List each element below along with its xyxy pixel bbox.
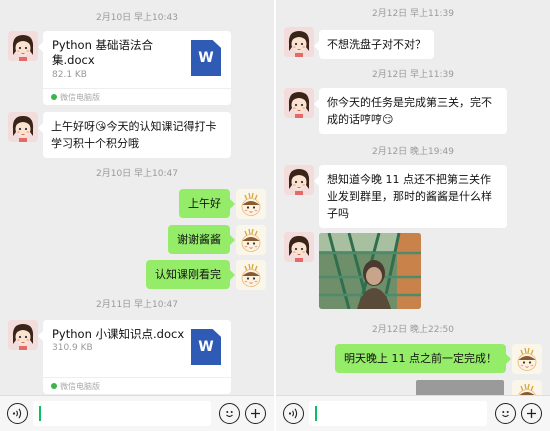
timestamp: 2月12日 晚上22:50 [372,325,454,335]
avatar[interactable] [8,320,38,350]
message-input[interactable] [309,401,487,426]
timestamp: 2月12日 晚上19:49 [372,147,454,157]
word-file-icon: W [191,329,221,365]
timestamp: 2月12日 早上11:39 [372,9,454,19]
text-caret [315,406,317,421]
emoji-icon [502,411,509,418]
avatar[interactable] [8,112,38,142]
avatar[interactable] [512,344,542,374]
avatar[interactable] [284,27,314,57]
word-file-icon: W [191,40,221,76]
photo-image [319,233,421,309]
message-bubble-in[interactable]: 你今天的任务是完成第三关，完不成的话哼哼😏 [314,88,507,134]
timestamp: 2月10日 早上10:47 [96,169,178,179]
emoji-button[interactable] [495,403,516,424]
avatar[interactable] [236,260,266,290]
avatar[interactable] [8,31,38,61]
emoji-button[interactable] [219,403,240,424]
emoji-icon [226,411,233,418]
avatar[interactable] [284,232,314,262]
plus-icon [251,409,260,418]
avatar[interactable] [284,88,314,118]
chat-panel-right: 2月12日 早上11:39 不想洗盘子对不对？ 2月12日 早上11:39 你今… [276,0,550,431]
voice-icon [288,408,298,419]
message-bubble-out[interactable]: 明天晚上 11 点之前一定完成！ [335,344,511,373]
avatar[interactable] [236,225,266,255]
message-input[interactable] [33,401,211,426]
file-footer: 微信电脑版 [43,377,231,394]
file-name: Python 基础语法合集.docx [52,38,154,67]
message-bubble-in[interactable]: 不想洗盘子对不对？ [314,30,434,59]
pc-wechat-icon [51,383,57,389]
file-card-basic-syntax[interactable]: Python 基础语法合集.docx 82.1 KB W 微信电脑版 [38,31,231,105]
message-bubble-out[interactable]: 谢谢酱酱 [168,225,235,254]
timestamp: 2月11日 早上10:47 [96,300,178,310]
avatar[interactable] [284,165,314,195]
message-bubble-out[interactable]: 认知课刚看完 [146,260,235,289]
pc-wechat-icon [51,94,57,100]
file-source: 微信电脑版 [60,93,100,102]
text-caret [39,406,41,421]
chat-panel-left: 2月10日 早上10:43 Python 基础语法合集.docx 82.1 KB… [0,0,274,431]
timestamp: 2月10日 早上10:43 [96,13,178,23]
voice-icon [12,408,22,419]
plus-button[interactable] [521,403,542,424]
file-source: 微信电脑版 [60,382,100,391]
timestamp: 2月12日 早上11:39 [372,70,454,80]
file-card-course-notes[interactable]: Python 小课知识点.docx 310.9 KB W 微信电脑版 [38,320,231,394]
avatar[interactable] [236,189,266,219]
file-name: Python 小课知识点.docx [52,327,185,341]
voice-button[interactable] [7,403,28,424]
input-bar [0,395,274,431]
plus-button[interactable] [245,403,266,424]
message-bubble-out[interactable]: 上午好 [179,189,235,218]
plus-icon [527,409,536,418]
file-size: 82.1 KB [52,70,87,80]
voice-button[interactable] [283,403,304,424]
photo-message[interactable] [319,233,421,309]
input-bar [276,395,550,431]
file-size: 310.9 KB [52,343,93,353]
message-bubble-in[interactable]: 想知道今晚 11 点还不把第三关作业发到群里，那时的酱酱是什么样子吗 [314,165,507,228]
file-footer: 微信电脑版 [43,88,231,105]
message-bubble-in[interactable]: 上午好呀😘今天的认知课记得打卡学习积十个积分哦 [38,112,231,158]
